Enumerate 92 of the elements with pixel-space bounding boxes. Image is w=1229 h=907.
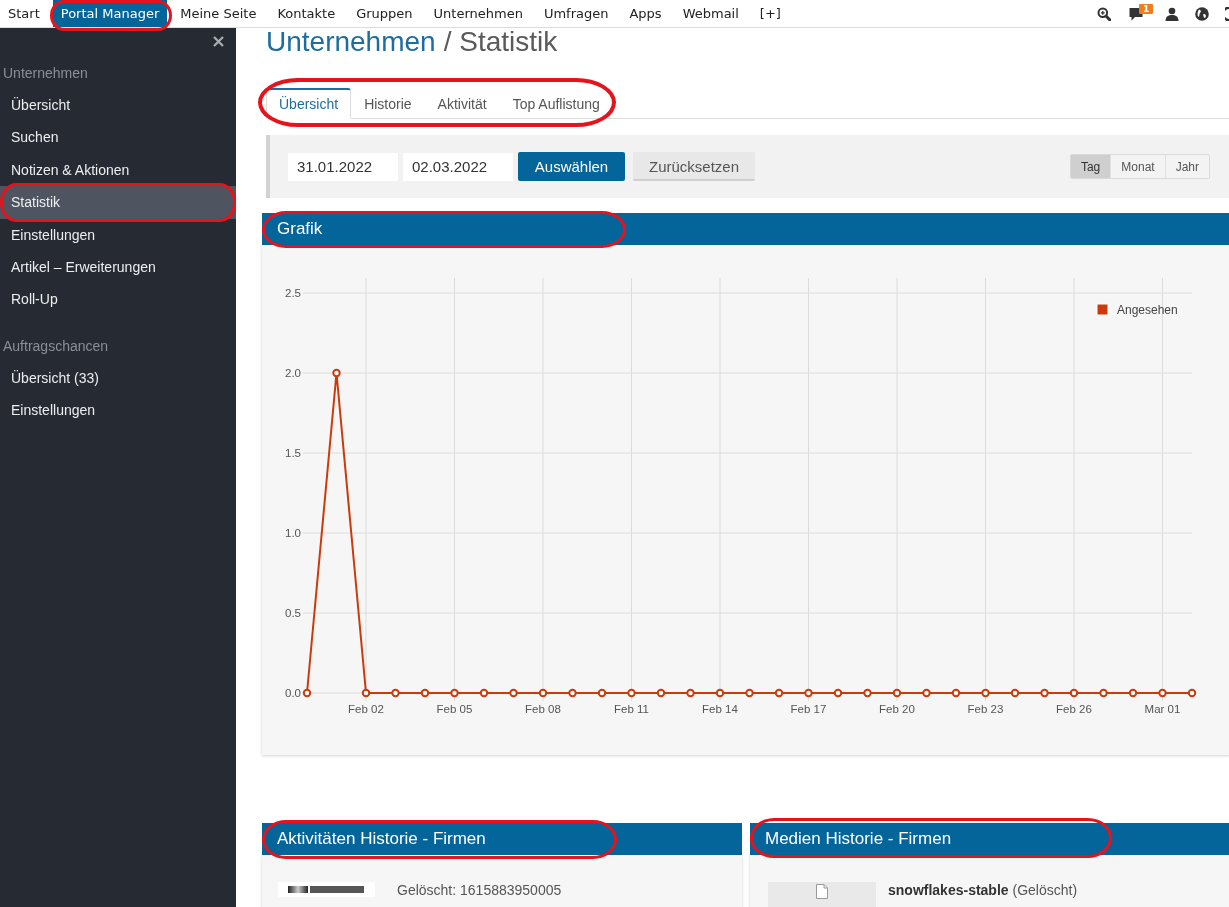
sidebar-item[interactable]: Artikel – Erweiterungen [0, 250, 236, 284]
x-axis-label: Feb 11 [614, 703, 649, 715]
y-axis-label: 0.0 [285, 687, 301, 699]
user-icon[interactable] [1165, 6, 1179, 21]
apply-button[interactable]: Auswählen [518, 152, 625, 181]
sidebar-item[interactable]: Notizen & Aktionen [0, 153, 236, 187]
x-axis-label: Feb 14 [702, 703, 738, 715]
data-point [479, 688, 489, 698]
sidebar-item[interactable]: Statistik [0, 186, 236, 219]
data-point [1010, 688, 1020, 698]
data-point [951, 688, 961, 698]
data-point [509, 688, 518, 698]
data-point [627, 688, 636, 698]
data-point [833, 688, 843, 698]
history-entry-text: snowflakes-stable (Gelöscht) [888, 881, 1078, 899]
data-point [981, 688, 990, 698]
x-axis-label: Feb 17 [790, 703, 827, 715]
data-point [1128, 688, 1138, 698]
data-point [804, 688, 813, 698]
x-axis-label: Feb 08 [525, 703, 561, 715]
data-point [922, 688, 931, 698]
search-icon[interactable] [1097, 6, 1111, 21]
y-axis-label: 0.5 [285, 607, 301, 619]
panel-title: Medien Historie - Firmen [765, 829, 952, 849]
date-field[interactable]: 02.03.2022 [403, 152, 513, 181]
tab[interactable]: Top Auflistung [499, 88, 613, 119]
file-icon [816, 884, 828, 899]
data-point [1187, 688, 1197, 698]
data-point [420, 688, 430, 698]
panel-title: Aktivitäten Historie - Firmen [277, 829, 486, 849]
breadcrumb-link[interactable]: Unternehmen [266, 28, 436, 54]
y-axis-label: 2.0 [285, 367, 301, 379]
sidebar-item[interactable]: Übersicht (33) [0, 361, 236, 395]
nav-link[interactable]: Kontakte [269, 0, 344, 27]
nav-link[interactable]: [+] [751, 0, 789, 27]
date-field[interactable]: 31.01.2022 [288, 152, 398, 181]
reset-button[interactable]: Zurücksetzen [633, 152, 755, 181]
data-point [892, 688, 902, 698]
tab[interactable]: Übersicht [266, 88, 352, 119]
panel-title: Grafik [277, 219, 323, 239]
ring-icon[interactable] [1225, 6, 1229, 21]
data-point [450, 688, 459, 698]
data-point [715, 688, 725, 698]
globe-icon[interactable] [1195, 6, 1209, 21]
sidebar-section-title: Auftragschancen [2, 336, 110, 356]
nav-link[interactable]: Meine Seite [172, 0, 265, 27]
close-icon[interactable] [213, 35, 224, 47]
data-point [302, 688, 312, 698]
page-title: / Statistik [443, 28, 558, 54]
sidebar-item[interactable]: Übersicht [0, 89, 236, 122]
y-axis-label: 2.5 [285, 287, 301, 299]
data-point [1069, 688, 1079, 698]
tab[interactable]: Historie [351, 88, 425, 119]
nav-link[interactable]: Apps [621, 0, 670, 27]
data-point [656, 688, 666, 698]
sidebar-item[interactable]: Einstellungen [0, 218, 236, 251]
sidebar-item[interactable]: Suchen [0, 121, 236, 154]
history-entry-text: Gelöscht: 1615883950005 [397, 881, 562, 899]
period-toggle[interactable]: Tag [1070, 155, 1111, 178]
data-point [1040, 688, 1049, 698]
nav-link[interactable]: Unternehmen [425, 0, 531, 27]
nav-link[interactable]: Umfragen [535, 0, 617, 27]
data-point [568, 688, 577, 698]
notification-badge: 1 [1139, 3, 1154, 14]
x-axis-label: Feb 23 [967, 703, 1004, 715]
data-point [863, 688, 872, 698]
nav-link[interactable]: Start [0, 0, 48, 27]
x-axis-label: Feb 20 [879, 703, 915, 715]
data-point [597, 688, 607, 698]
data-point [1158, 688, 1167, 698]
sidebar-item[interactable]: Einstellungen [0, 394, 236, 427]
data-point [686, 688, 695, 698]
x-axis-label: Feb 26 [1056, 703, 1092, 715]
data-point [1099, 688, 1108, 698]
legend-label: Angesehen [1117, 303, 1178, 317]
nav-link[interactable]: Gruppen [348, 0, 421, 27]
y-axis-label: 1.5 [285, 447, 301, 459]
x-axis-label: Feb 05 [436, 703, 473, 715]
data-point [332, 368, 341, 378]
data-point [361, 688, 371, 698]
x-axis-label: Feb 02 [348, 703, 384, 715]
data-point [391, 688, 400, 698]
y-axis-label: 1.0 [285, 527, 301, 539]
nav-link[interactable]: Webmail [674, 0, 747, 27]
period-toggle[interactable]: Jahr [1164, 155, 1209, 178]
data-point [745, 688, 754, 698]
data-point [774, 688, 784, 698]
data-point [538, 688, 548, 698]
x-axis-label: Mar 01 [1144, 703, 1181, 715]
sidebar-section-title: Unternehmen [2, 64, 89, 83]
sidebar-item[interactable]: Roll-Up [0, 283, 236, 316]
tab[interactable]: Aktivität [424, 88, 500, 119]
